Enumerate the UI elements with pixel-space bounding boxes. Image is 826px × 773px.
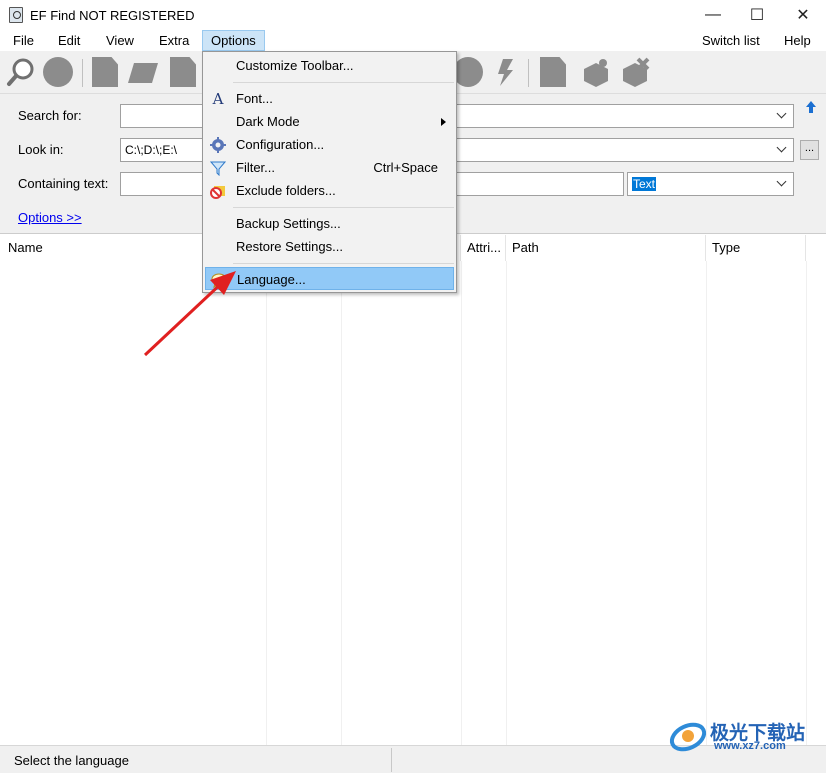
menu-view[interactable]: View — [98, 30, 142, 51]
menu-item-dark-mode[interactable]: Dark Mode — [205, 110, 454, 133]
delete-cube-icon[interactable] — [620, 57, 650, 87]
exclude-folder-icon — [210, 186, 225, 199]
menu-file[interactable]: File — [5, 30, 42, 51]
column-divider — [506, 261, 507, 745]
record-icon[interactable] — [453, 57, 483, 87]
toolbar-separator — [82, 59, 83, 87]
look-in-label: Look in: — [18, 142, 64, 157]
menu-item-exclude-folders[interactable]: Exclude folders... — [205, 179, 454, 202]
column-divider — [706, 261, 707, 745]
maximize-button[interactable]: ☐ — [734, 0, 780, 30]
watermark-url: www.xz7.com — [714, 740, 786, 752]
menu-extra[interactable]: Extra — [151, 30, 197, 51]
menu-item-configuration[interactable]: Configuration... — [205, 133, 454, 156]
menu-edit[interactable]: Edit — [50, 30, 88, 51]
open-document-icon[interactable] — [170, 57, 196, 87]
status-text: Select the language — [14, 753, 129, 768]
containing-text-label: Containing text: — [18, 176, 109, 191]
submenu-arrow-icon — [441, 118, 446, 126]
settings-cube-icon[interactable] — [581, 57, 611, 87]
column-attributes[interactable]: Attri... — [461, 235, 506, 261]
column-divider — [266, 261, 267, 745]
column-divider — [806, 261, 807, 745]
chevron-down-icon[interactable] — [777, 177, 787, 187]
menu-item-customize-toolbar[interactable]: Customize Toolbar... — [205, 54, 454, 77]
options-expand-link[interactable]: Options >> — [18, 210, 82, 225]
stop-icon[interactable] — [43, 57, 73, 87]
minimize-button[interactable]: — — [690, 0, 736, 30]
menu-item-filter[interactable]: Filter... Ctrl+Space — [205, 156, 454, 179]
up-arrow-icon[interactable] — [805, 100, 817, 114]
app-magnifier-icon — [9, 7, 23, 23]
menu-separator — [233, 263, 454, 264]
watermark: 极光下载站 www.xz7.com — [668, 715, 818, 755]
menu-bar: File Edit View Extra Options Switch list… — [0, 30, 826, 51]
browse-button[interactable]: ... — [800, 140, 819, 160]
font-icon: A — [212, 90, 224, 108]
red-annotation-arrow-icon — [143, 271, 236, 357]
gear-icon — [210, 137, 226, 153]
menu-switch-list[interactable]: Switch list — [694, 30, 768, 51]
toolbar-separator — [528, 59, 529, 87]
menu-item-language[interactable]: Language... — [205, 267, 454, 290]
menu-item-restore-settings[interactable]: Restore Settings... — [205, 235, 454, 258]
clear-icon[interactable] — [128, 57, 158, 87]
watermark-logo-icon — [669, 722, 707, 752]
look-in-value: C:\;D:\;E:\ — [125, 143, 178, 157]
menu-item-font[interactable]: A Font... — [205, 87, 454, 110]
text-mode-select[interactable]: Text — [627, 172, 794, 196]
menu-separator — [233, 82, 454, 83]
menu-item-backup-settings[interactable]: Backup Settings... — [205, 212, 454, 235]
menu-options[interactable]: Options — [202, 30, 265, 51]
column-path[interactable]: Path — [506, 235, 706, 261]
search-for-label: Search for: — [18, 108, 82, 123]
close-button[interactable]: ✕ — [780, 0, 826, 30]
chevron-down-icon[interactable] — [777, 109, 787, 119]
column-divider — [341, 261, 342, 745]
text-mode-value: Text — [632, 177, 657, 191]
menu-help[interactable]: Help — [776, 30, 819, 51]
options-dropdown-menu: Customize Toolbar... A Font... Dark Mode… — [202, 51, 457, 293]
funnel-icon — [210, 161, 226, 176]
title-bar: EF Find NOT REGISTERED — ☐ ✕ — [0, 0, 826, 30]
chevron-down-icon[interactable] — [777, 143, 787, 153]
filter-shortcut: Ctrl+Space — [373, 160, 438, 175]
column-type[interactable]: Type — [706, 235, 806, 261]
lightning-icon[interactable] — [491, 57, 521, 87]
menu-separator — [233, 207, 454, 208]
column-divider — [461, 261, 462, 745]
results-list[interactable] — [0, 261, 826, 745]
copy-document-icon[interactable] — [540, 57, 566, 87]
window-title: EF Find NOT REGISTERED — [30, 8, 195, 23]
status-separator — [391, 748, 392, 772]
find-magnifier-icon[interactable] — [6, 57, 36, 87]
new-document-icon[interactable] — [92, 57, 118, 87]
